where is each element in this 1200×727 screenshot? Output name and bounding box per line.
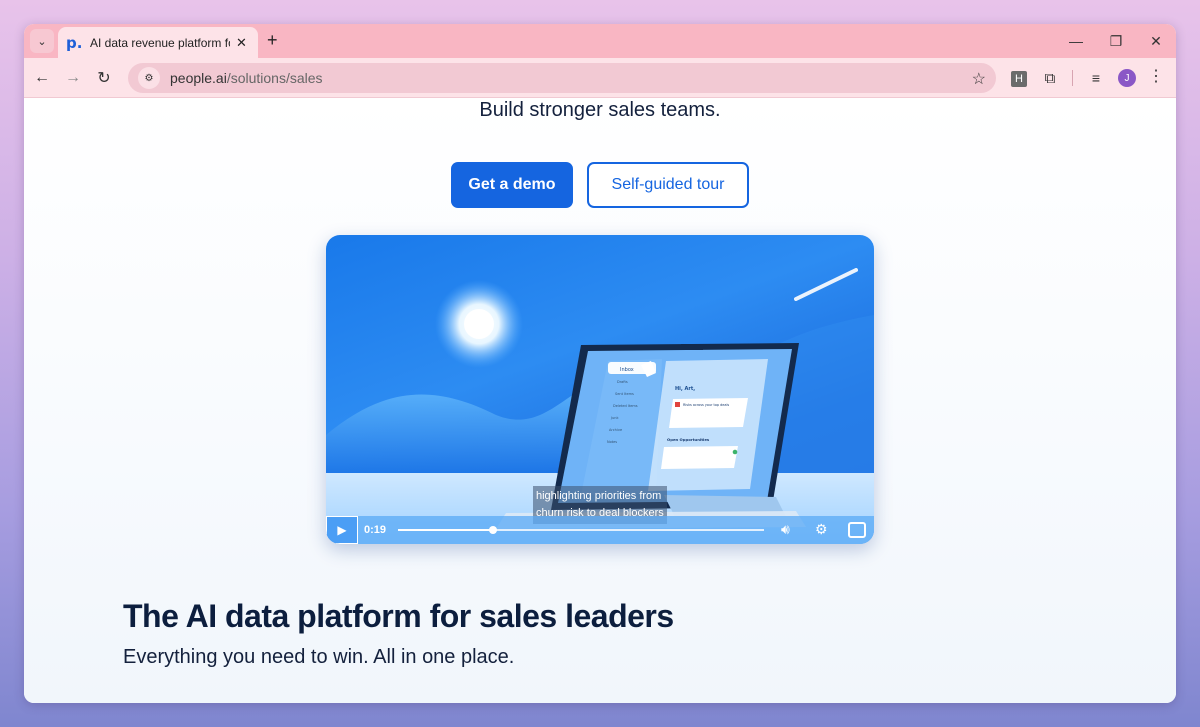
browser-menu-icon[interactable]: ⋮ [1148, 66, 1164, 86]
app-sidebar-inbox: Inbox [620, 367, 634, 373]
hero-subtitle: Build stronger sales teams. [479, 99, 721, 121]
extensions-puzzle-icon[interactable]: ⧉ [1040, 68, 1060, 88]
section-title: The AI data platform for sales leaders [123, 598, 674, 634]
tab-search-button[interactable]: ⌄ [30, 29, 54, 53]
tab-bar: ⌄ p. AI data revenue platform for sales … [24, 24, 1176, 58]
app-sidebar-archive: Archive [609, 428, 622, 432]
get-demo-button[interactable]: Get a demo [451, 162, 573, 208]
self-guided-tour-button[interactable]: Self-guided tour [587, 162, 749, 208]
url-path: /solutions/sales [226, 70, 323, 86]
caption-line-1: highlighting priorities from [536, 490, 662, 502]
app-sidebar-deleted: Deleted Items [613, 404, 638, 408]
chevron-down-icon: ⌄ [37, 35, 47, 48]
volume-icon[interactable]: 🔊︎ [781, 521, 790, 538]
new-tab-button[interactable]: + [267, 30, 278, 51]
site-info-icon[interactable]: ⚙ [138, 67, 160, 89]
app-sidebar-drafts: Drafts [617, 380, 628, 384]
section-subtitle: Everything you need to win. All in one p… [123, 646, 515, 668]
url-host: people.ai [170, 70, 227, 86]
video-controls: ▶ 0:19 🔊︎ ⚙ [326, 516, 874, 544]
address-bar[interactable]: ⚙ people.ai/solutions/sales ☆ [128, 63, 996, 93]
media-queue-icon[interactable]: ≡ [1086, 68, 1106, 88]
app-greeting: Hi, Art, [675, 386, 695, 392]
extension-h-icon[interactable]: H [1011, 71, 1027, 87]
video-time: 0:19 [364, 524, 387, 536]
page-content: Build stronger sales teams. Get a demo S… [24, 98, 1176, 703]
video-progress-bar[interactable] [398, 526, 764, 534]
play-button[interactable]: ▶ [326, 516, 358, 544]
active-tab[interactable]: p. AI data revenue platform for sales ✕ [58, 27, 258, 58]
app-sidebar-notes: Notes [607, 440, 617, 444]
toolbar-divider [1072, 70, 1073, 86]
video-progress-knob[interactable] [489, 526, 498, 534]
minimize-button[interactable]: — [1056, 24, 1096, 58]
play-icon: ▶ [337, 523, 347, 537]
app-alert: Risks across your top deals [683, 403, 729, 407]
fullscreen-icon[interactable] [848, 522, 866, 538]
settings-gear-icon[interactable]: ⚙ [815, 521, 828, 538]
reload-icon: ↻ [97, 70, 111, 87]
back-button[interactable]: ← [30, 66, 54, 90]
close-window-button[interactable]: ✕ [1136, 24, 1176, 58]
forward-button[interactable]: → [61, 66, 85, 90]
back-arrow-icon: ← [34, 69, 50, 86]
bookmark-star-icon[interactable]: ☆ [972, 69, 986, 89]
browser-window: ⌄ p. AI data revenue platform for sales … [24, 24, 1176, 703]
app-sidebar-sent: Sent Items [615, 392, 634, 396]
close-icon[interactable]: ✕ [236, 35, 247, 51]
profile-avatar[interactable]: J [1118, 69, 1136, 87]
video-progress-fill [398, 529, 494, 531]
reload-button[interactable]: ↻ [92, 66, 116, 90]
browser-toolbar: ← → ↻ ⚙ people.ai/solutions/sales ☆ H ⧉ … [24, 58, 1176, 98]
url-text[interactable]: people.ai/solutions/sales [170, 70, 323, 86]
people-ai-favicon-icon: p. [66, 33, 83, 52]
window-controls: — ❐ ✕ [1056, 24, 1176, 58]
tab-title: AI data revenue platform for sales [90, 35, 230, 50]
restore-button[interactable]: ❐ [1096, 24, 1136, 58]
forward-arrow-icon: → [65, 69, 81, 86]
app-sidebar-junk: Junk [610, 416, 619, 420]
video-player[interactable]: Inbox Drafts Sent Items Deleted Items Ju… [326, 235, 874, 544]
app-section-title: Open Opportunities [667, 437, 710, 442]
